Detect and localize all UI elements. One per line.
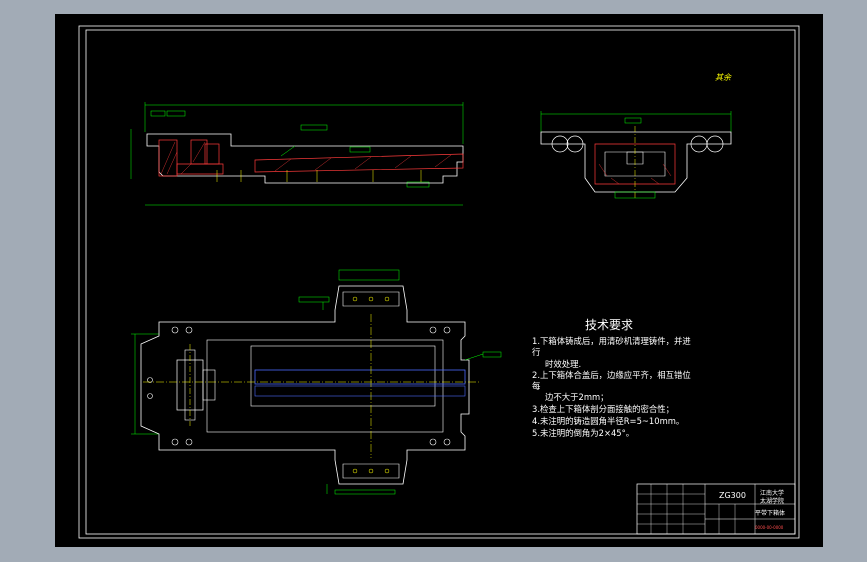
cad-viewport[interactable]: 其余 技术要求 1.下箱体铸成后，用清砂机清理铸件，并进 行 时效处理. 2.上… <box>55 14 823 547</box>
title-block-drawing-number: 0000-00-0000 <box>755 525 784 530</box>
roughness-note: 其余 <box>715 73 731 82</box>
title-block-part-name: 平带下箱体 <box>755 510 786 517</box>
title-block-model: ZG300 <box>719 491 746 500</box>
requirement-line: 3.检查上下箱体剖分面接触的密合性； <box>532 404 674 414</box>
title-block-college: 太湖学院 <box>760 498 785 505</box>
requirement-line: 4.未注明的铸造圆角半径R=5~10mm。 <box>532 416 685 426</box>
requirement-line: 时效处理. <box>545 359 582 369</box>
cad-drawing <box>55 14 823 547</box>
requirement-line: 每 <box>532 381 541 391</box>
requirement-line: 1.下箱体铸成后，用清砂机清理铸件，并进 <box>532 336 691 346</box>
requirement-line: 边不大于2mm； <box>545 392 609 402</box>
requirement-line: 行 <box>532 347 541 357</box>
requirement-line: 2.上下箱体合盖后，边缘应平齐，相互错位 <box>532 370 691 380</box>
technical-requirements-title: 技术要求 <box>585 318 634 332</box>
requirement-line: 5.未注明的倒角为2×45°。 <box>532 428 635 438</box>
